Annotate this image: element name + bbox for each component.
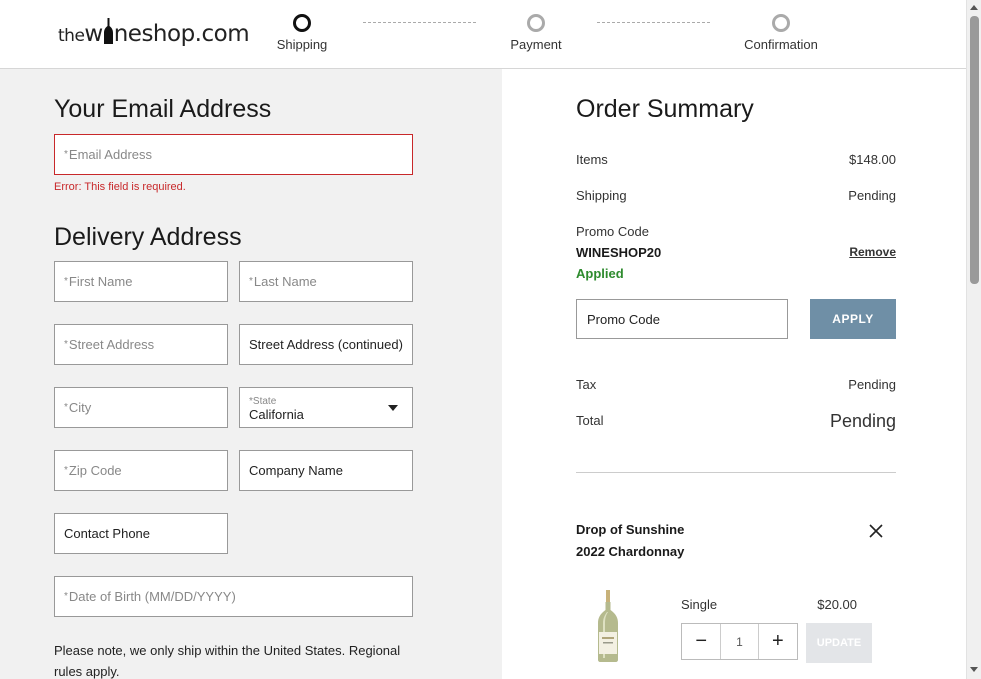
step-divider	[363, 22, 476, 23]
email-placeholder: Email Address	[68, 147, 152, 162]
state-value: California	[249, 406, 304, 422]
required-mark: *	[249, 276, 253, 287]
required-mark: *	[64, 339, 68, 350]
first-name-field[interactable]: * First Name	[54, 261, 228, 302]
step-confirmation[interactable]: Confirmation	[742, 14, 820, 52]
required-mark: *	[64, 591, 68, 602]
wine-bottle-icon	[103, 18, 113, 44]
step-confirmation-label: Confirmation	[744, 37, 818, 52]
step-shipping[interactable]: Shipping	[276, 14, 328, 52]
tax-label: Tax	[576, 377, 597, 392]
update-quantity-button[interactable]: UPDATE	[806, 623, 872, 663]
logo-text-prefix: the	[58, 26, 85, 46]
items-value: $148.00	[849, 152, 896, 167]
step-payment-label: Payment	[510, 37, 562, 52]
state-label: *State	[249, 396, 276, 407]
remove-promo-link[interactable]: Remove	[849, 245, 896, 259]
city-placeholder: City	[68, 400, 92, 415]
delivery-section-title: Delivery Address	[54, 223, 242, 251]
logo-text-w: w	[84, 21, 103, 47]
close-icon[interactable]	[869, 524, 883, 538]
quantity-input[interactable]: 1	[720, 624, 759, 659]
wine-bottle-image	[598, 590, 618, 662]
email-error-message: Error: This field is required.	[54, 181, 186, 193]
decrease-quantity-button[interactable]: −	[682, 624, 720, 659]
contact-phone-field[interactable]: Contact Phone	[54, 513, 228, 554]
shipping-form-panel: Your Email Address * Email Address Error:…	[0, 69, 502, 679]
page-scrollbar[interactable]	[966, 0, 981, 679]
required-mark: *	[64, 465, 68, 476]
required-mark: *	[64, 402, 68, 413]
order-summary-panel: Order Summary Items $148.00 Shipping Pen…	[502, 69, 966, 679]
email-field[interactable]: * Email Address	[54, 134, 413, 175]
wineshop-logo[interactable]: thew neshop.com	[58, 18, 250, 47]
checkout-header: thew neshop.com Shipping Payment Confirma…	[0, 0, 966, 69]
order-summary-title: Order Summary	[576, 95, 754, 123]
shipping-label: Shipping	[576, 188, 627, 203]
cart-item-name-line2: 2022 Chardonnay	[576, 544, 685, 559]
company-name-placeholder: Company Name	[249, 463, 343, 478]
chevron-down-icon	[388, 405, 398, 411]
summary-divider	[576, 472, 896, 473]
company-name-field[interactable]: Company Name	[239, 450, 413, 491]
total-value: Pending	[829, 411, 896, 431]
items-label: Items	[576, 152, 608, 167]
scroll-up-arrow-icon[interactable]	[970, 5, 978, 10]
quantity-stepper: − 1 +	[681, 623, 798, 660]
step-payment[interactable]: Payment	[508, 14, 564, 52]
shipping-value: Pending	[848, 188, 896, 203]
date-of-birth-placeholder: Date of Birth (MM/DD/YYYY)	[68, 589, 236, 604]
scrollbar-thumb[interactable]	[970, 16, 979, 284]
email-section-title: Your Email Address	[54, 95, 272, 123]
step-confirmation-circle-icon	[772, 14, 790, 32]
cart-item-format: Single	[681, 597, 718, 612]
apply-promo-button[interactable]: APPLY	[810, 299, 896, 339]
city-field[interactable]: * City	[54, 387, 228, 428]
promo-code-label: Promo Code	[576, 224, 649, 239]
date-of-birth-field[interactable]: * Date of Birth (MM/DD/YYYY)	[54, 576, 413, 617]
street-address-field[interactable]: * Street Address	[54, 324, 228, 365]
logo-text-suffix: neshop.com	[113, 21, 250, 47]
shipping-note: Please note, we only ship within the Uni…	[54, 643, 401, 679]
street-address-placeholder: Street Address	[68, 337, 155, 352]
required-mark: *	[64, 149, 68, 160]
step-divider	[597, 22, 710, 23]
scroll-down-arrow-icon[interactable]	[970, 667, 978, 672]
promo-status: Applied	[576, 266, 624, 281]
promo-code-value: WINESHOP20	[576, 245, 662, 260]
state-select[interactable]: *State California	[239, 387, 413, 428]
contact-phone-placeholder: Contact Phone	[64, 526, 151, 541]
required-mark: *	[64, 276, 68, 287]
step-shipping-label: Shipping	[276, 37, 328, 52]
step-shipping-circle-icon	[293, 14, 311, 32]
total-label: Total	[576, 413, 604, 428]
tax-value: Pending	[848, 377, 896, 392]
step-payment-circle-icon	[527, 14, 545, 32]
zip-code-placeholder: Zip Code	[68, 463, 122, 478]
last-name-field[interactable]: * Last Name	[239, 261, 413, 302]
promo-code-input[interactable]: Promo Code	[576, 299, 788, 339]
cart-item-name-line1: Drop of Sunshine	[576, 522, 685, 537]
street-address-2-placeholder: Street Address (continued)	[249, 337, 403, 352]
street-address-2-field[interactable]: Street Address (continued)	[239, 324, 413, 365]
promo-code-input-placeholder: Promo Code	[587, 311, 660, 327]
cart-item-price: $20.00	[817, 597, 857, 612]
state-label-text: State	[252, 395, 277, 407]
increase-quantity-button[interactable]: +	[759, 624, 797, 659]
zip-code-field[interactable]: * Zip Code	[54, 450, 228, 491]
last-name-placeholder: Last Name	[253, 274, 317, 289]
first-name-placeholder: First Name	[68, 274, 133, 289]
